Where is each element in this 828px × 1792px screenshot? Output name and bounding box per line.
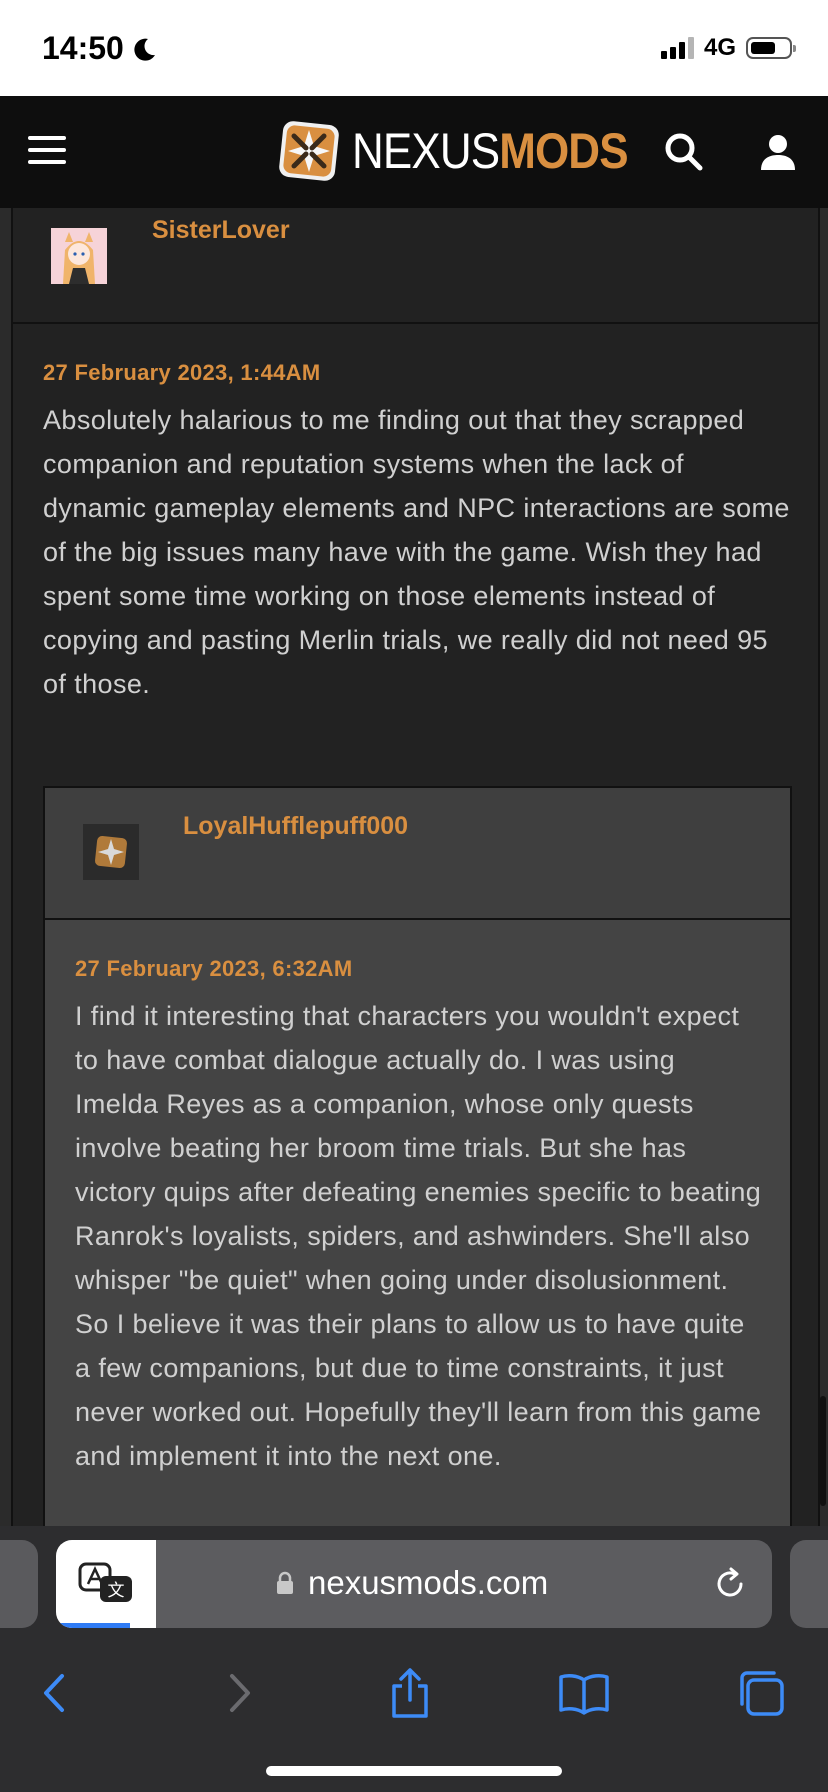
status-bar: 14:50 4G	[0, 0, 828, 96]
tabs-icon[interactable]	[734, 1666, 788, 1720]
next-tab[interactable]	[790, 1540, 828, 1628]
comment-header: SisterLover	[13, 208, 818, 324]
network-type: 4G	[703, 34, 736, 61]
moon-icon	[134, 38, 155, 61]
anime-avatar-icon	[51, 228, 107, 284]
signal-icon	[660, 37, 694, 59]
previous-tab[interactable]	[0, 1540, 38, 1628]
url-display[interactable]: nexusmods.com	[276, 1564, 548, 1602]
avatar[interactable]	[83, 824, 139, 880]
comment-username[interactable]: SisterLover	[152, 216, 290, 245]
brand-part1: NEXUS	[352, 123, 500, 179]
translate-progress	[56, 1623, 130, 1628]
reply-header: LoyalHufflepuff000	[45, 788, 790, 920]
nexusmods-logo[interactable]: NEXUSMODS	[276, 118, 665, 184]
user-icon[interactable]	[756, 130, 800, 174]
translate-button[interactable]: 文	[56, 1540, 156, 1628]
forward-icon[interactable]	[210, 1666, 264, 1720]
menu-icon[interactable]	[28, 136, 66, 166]
scrollbar[interactable]	[820, 1396, 826, 1506]
share-icon[interactable]	[383, 1666, 437, 1720]
comment-text: Absolutely halarious to me finding out t…	[43, 405, 790, 699]
bookmarks-icon[interactable]	[557, 1666, 611, 1720]
reply-comment: LoyalHufflepuff000 27 February 2023, 6:3…	[43, 786, 792, 1526]
battery-icon	[746, 37, 796, 59]
translate-icon: 文	[78, 1562, 132, 1602]
back-icon[interactable]	[30, 1666, 84, 1720]
url-text: nexusmods.com	[308, 1564, 549, 1601]
nexus-logo-icon	[279, 121, 339, 181]
reply-text: I find it interesting that characters yo…	[75, 1001, 762, 1471]
nexus-default-avatar-icon	[83, 824, 139, 880]
comment: SisterLover 27 February 2023, 1:44AM Abs…	[11, 208, 820, 1526]
brand-part2: MODS	[499, 123, 628, 179]
nexusmods-wordmark: NEXUSMODS	[352, 118, 629, 184]
status-indicators: 4G	[660, 34, 796, 62]
search-icon[interactable]	[662, 130, 706, 174]
status-time: 14:50	[42, 30, 158, 67]
comment-date: 27 February 2023, 1:44AM	[43, 360, 321, 385]
reload-icon[interactable]	[710, 1564, 750, 1604]
svg-text:文: 文	[108, 1581, 125, 1601]
comments-section: SisterLover 27 February 2023, 1:44AM Abs…	[0, 208, 828, 1526]
browser-bottom-bar: 文 nexusmods.com	[0, 1526, 828, 1792]
home-indicator[interactable]	[266, 1766, 562, 1776]
address-bar[interactable]: 文 nexusmods.com	[56, 1540, 772, 1628]
status-time-text: 14:50	[42, 30, 124, 66]
avatar[interactable]	[51, 228, 107, 284]
site-header: NEXUSMODS	[0, 96, 828, 208]
lock-icon	[277, 1571, 293, 1594]
reply-username[interactable]: LoyalHufflepuff000	[183, 812, 408, 841]
browser-toolbar	[0, 1646, 828, 1746]
reply-date: 27 February 2023, 6:32AM	[75, 956, 353, 981]
